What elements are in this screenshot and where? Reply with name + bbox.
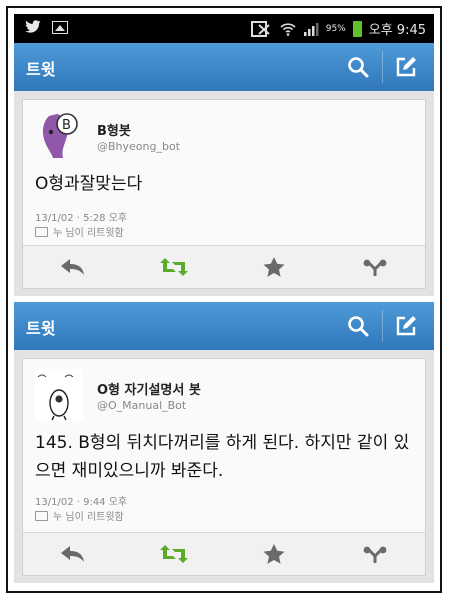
tweet-text: O형과잘맞는다 xyxy=(35,174,143,194)
retweet-icon xyxy=(159,258,188,276)
star-icon xyxy=(263,257,285,277)
search-icon xyxy=(348,57,369,78)
tweet-card[interactable]: B B형봇 @Bhyeong_bot O형과잘맞는다 13/1/02 · 5:2… xyxy=(22,99,426,289)
favorite-button[interactable] xyxy=(244,247,304,287)
compose-icon xyxy=(396,57,416,77)
user-handle: @Bhyeong_bot xyxy=(97,140,181,153)
user-name[interactable]: B형봇 xyxy=(97,120,131,139)
retweet-small-icon xyxy=(35,226,48,237)
action-bar: 트윗 xyxy=(14,302,434,350)
tweet-text: 145. B형의 뒤치다꺼리를 하게 된다. 하지만 같이 있으면 재미있으니까… xyxy=(35,433,410,481)
retweet-button[interactable] xyxy=(144,534,204,574)
tweet-actions xyxy=(23,245,425,288)
clock: 오후 9:45 xyxy=(368,23,426,38)
sim-icon xyxy=(250,20,270,37)
avatar[interactable]: B xyxy=(35,110,83,162)
gallery-icon xyxy=(52,20,68,34)
reply-button[interactable] xyxy=(43,534,103,574)
retweet-button[interactable] xyxy=(144,247,204,287)
tweet-screen-1: 트윗 B B형봇 @Bhyeong_bot O형과잘맞는다 13/1/02 · … xyxy=(14,43,434,296)
reply-icon xyxy=(61,546,85,562)
retweeted-by: 누 님이 리트윗함 xyxy=(35,224,124,239)
search-icon xyxy=(348,316,369,337)
compose-button[interactable] xyxy=(388,308,424,344)
retweeted-by-label: 누 님이 리트윗함 xyxy=(53,512,124,523)
battery-icon xyxy=(352,20,362,37)
battery-percent: 95% xyxy=(325,23,346,34)
signal-icon xyxy=(303,22,319,36)
compose-button[interactable] xyxy=(388,49,424,85)
tweet-timestamp: 13/1/02 · 9:44 오후 xyxy=(35,497,128,508)
search-button[interactable] xyxy=(340,49,376,85)
user-handle: @O_Manual_Bot xyxy=(97,399,187,412)
share-icon xyxy=(363,259,387,276)
more-button[interactable] xyxy=(345,534,405,574)
reply-button[interactable] xyxy=(43,247,103,287)
retweeted-by: 누 님이 리트윗함 xyxy=(35,508,124,523)
tweet-screen-2: 트윗 O형 자기설명서 봇 @O_Manual_Bot 145. B형의 뒤치다… xyxy=(14,302,434,583)
favorite-button[interactable] xyxy=(244,534,304,574)
share-icon xyxy=(363,546,387,563)
reply-icon xyxy=(61,259,85,275)
action-bar-divider xyxy=(382,51,383,83)
star-icon xyxy=(263,544,285,564)
user-name[interactable]: O형 자기설명서 봇 xyxy=(97,379,201,398)
wifi-icon xyxy=(280,22,296,36)
action-bar-title: 트윗 xyxy=(26,319,56,338)
compose-icon xyxy=(396,316,416,336)
more-button[interactable] xyxy=(345,247,405,287)
action-bar-divider xyxy=(382,310,383,342)
avatar[interactable] xyxy=(35,369,83,421)
search-button[interactable] xyxy=(340,308,376,344)
action-bar: 트윗 xyxy=(14,43,434,91)
tweet-actions xyxy=(23,532,425,575)
tweet-card[interactable]: O형 자기설명서 봇 @O_Manual_Bot 145. B형의 뒤치다꺼리를… xyxy=(22,358,426,576)
action-bar-title: 트윗 xyxy=(26,60,56,79)
tweet-timestamp: 13/1/02 · 5:28 오후 xyxy=(35,213,128,224)
twitter-bird-icon xyxy=(25,20,41,33)
svg-text:B: B xyxy=(62,118,71,133)
retweet-small-icon xyxy=(35,510,48,521)
retweet-icon xyxy=(159,545,188,563)
status-bar: 95% 오후 9:45 xyxy=(14,14,434,43)
retweeted-by-label: 누 님이 리트윗함 xyxy=(53,228,124,239)
